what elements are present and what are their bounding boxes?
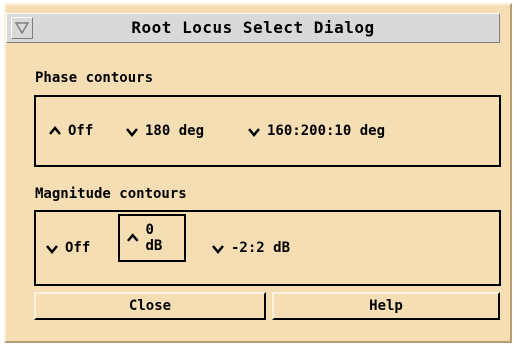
phase-180-radio[interactable]: 180 deg — [125, 123, 204, 139]
phase-off-label: Off — [68, 123, 94, 139]
radio-unselected-icon — [126, 128, 138, 137]
radio-unselected-icon — [46, 245, 58, 254]
title-bar[interactable]: Root Locus Select Dialog — [6, 13, 500, 43]
magnitude-off-label: Off — [65, 240, 91, 256]
dialog-title: Root Locus Select Dialog — [131, 18, 375, 37]
close-button[interactable]: Close — [34, 292, 266, 320]
phase-range-radio[interactable]: 160:200:10 deg — [247, 123, 385, 139]
phase-contours-label: Phase contours — [35, 70, 154, 86]
phase-off-radio[interactable]: Off — [48, 123, 93, 139]
magnitude-range-radio[interactable]: -2:2 dB — [211, 240, 290, 256]
magnitude-0db-label: 0 dB — [145, 222, 163, 254]
magnitude-range-label: -2:2 dB — [231, 240, 291, 256]
radio-unselected-icon — [212, 245, 224, 254]
magnitude-off-radio[interactable]: Off — [45, 240, 90, 256]
radio-unselected-icon — [248, 128, 260, 137]
phase-range-label: 160:200:10 deg — [267, 123, 386, 139]
help-button[interactable]: Help — [272, 292, 500, 320]
magnitude-contours-label: Magnitude contours — [35, 186, 187, 202]
phase-180-label: 180 deg — [145, 123, 205, 139]
radio-selected-icon — [49, 126, 61, 135]
magnitude-0db-radio[interactable]: 0 dB — [118, 214, 186, 262]
radio-selected-icon — [127, 233, 139, 242]
